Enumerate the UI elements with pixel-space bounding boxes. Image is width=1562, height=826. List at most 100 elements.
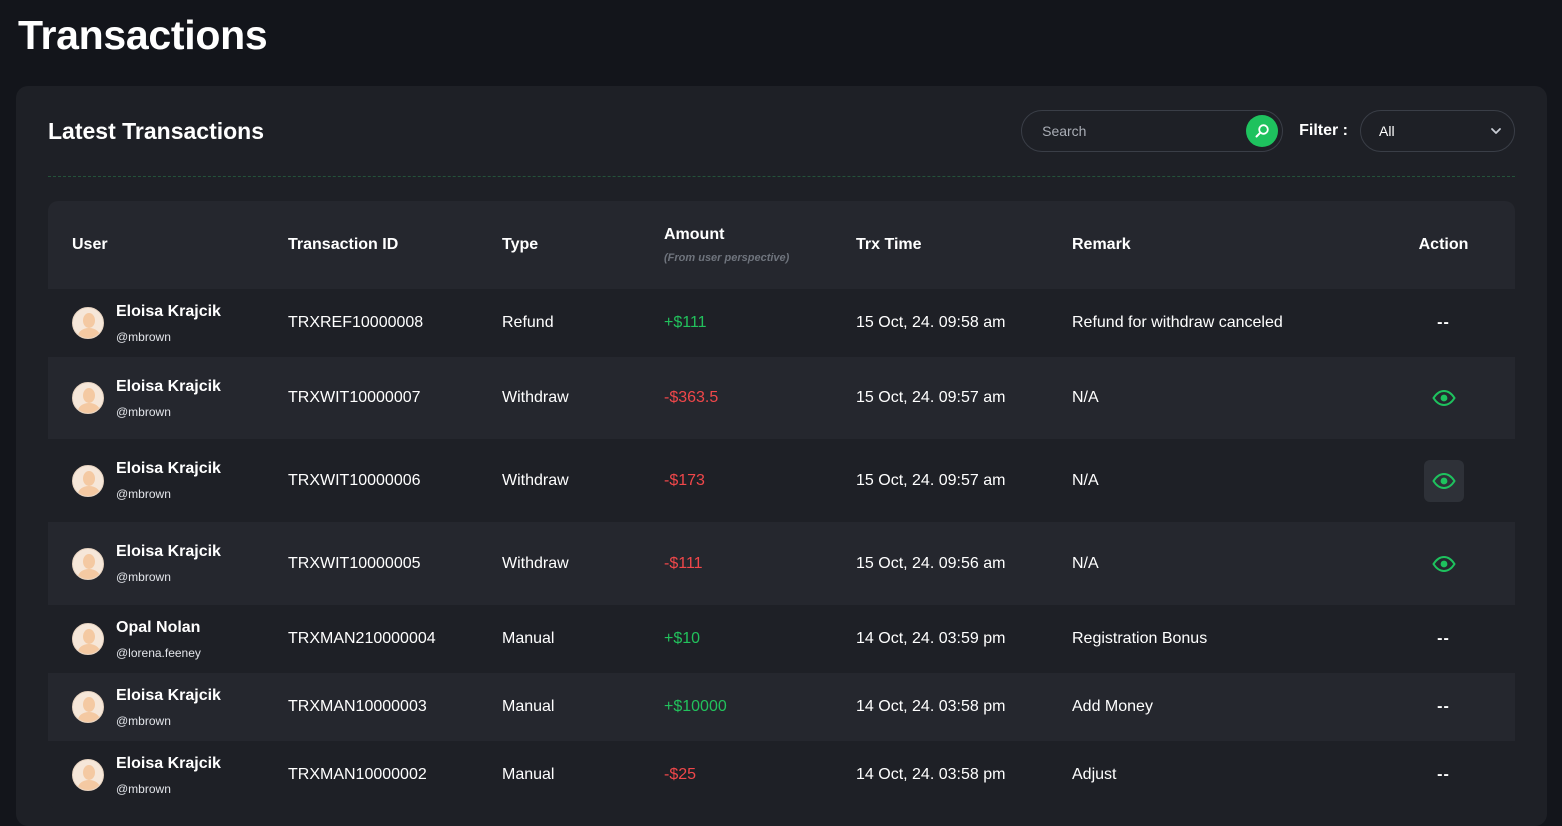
column-header-remark: Remark: [1072, 236, 1131, 253]
cell-user: Eloisa Krajcik @mbrown: [48, 741, 288, 809]
transactions-table: User Transaction ID Type Amount (From us…: [48, 201, 1515, 809]
cell-user: Eloisa Krajcik @mbrown: [48, 289, 288, 357]
cell-transaction-id: TRXWIT10000007: [288, 389, 421, 406]
table-row: Opal Nolan @lorena.feeney TRXMAN21000000…: [48, 605, 1515, 673]
view-button[interactable]: [1424, 543, 1464, 585]
cell-action: --: [1372, 741, 1515, 809]
cell-user: Eloisa Krajcik @mbrown: [48, 357, 288, 439]
avatar: [72, 691, 104, 723]
user-handle: @mbrown: [116, 570, 171, 584]
card-title: Latest Transactions: [48, 117, 265, 144]
cell-amount: -$363.5: [664, 389, 719, 406]
cell-action: --: [1372, 289, 1515, 357]
cell-trx-time: 15 Oct, 24. 09:57 am: [856, 389, 1006, 406]
cell-action: [1372, 522, 1515, 605]
cell-remark: N/A: [1072, 389, 1099, 406]
no-action-text: --: [1437, 766, 1450, 783]
eye-icon: [1431, 472, 1456, 489]
view-button[interactable]: [1424, 377, 1464, 419]
cell-transaction-id: TRXWIT10000006: [288, 471, 421, 489]
cell-trx-time: 14 Oct, 24. 03:58 pm: [856, 698, 1006, 715]
cell-remark: Add Money: [1072, 698, 1153, 715]
user-cell: Eloisa Krajcik @mbrown: [72, 378, 288, 419]
cell-type: Refund: [502, 314, 554, 331]
cell-transaction-id: TRXMAN210000004: [288, 630, 436, 647]
user-name: Eloisa Krajcik: [116, 460, 221, 477]
table-row: Eloisa Krajcik @mbrown TRXWIT10000007 Wi…: [48, 357, 1515, 439]
no-action-text: --: [1437, 630, 1450, 647]
card-header: Latest Transactions Filter : All: [48, 110, 1515, 152]
user-handle: @mbrown: [116, 329, 171, 344]
eye-icon: [1431, 390, 1456, 406]
filter-selected-value: All: [1379, 123, 1395, 139]
avatar: [72, 307, 104, 339]
column-header-action: Action: [1418, 236, 1469, 253]
column-header-amount-subtitle: (From user perspective): [664, 252, 790, 264]
cell-amount: -$173: [664, 471, 705, 489]
cell-amount: -$25: [664, 766, 697, 783]
view-button[interactable]: [1423, 459, 1464, 502]
cell-type: Withdraw: [502, 554, 569, 572]
user-cell: Opal Nolan @lorena.feeney: [72, 619, 288, 660]
column-header-user: User: [72, 236, 108, 253]
table-row: Eloisa Krajcik @mbrown TRXWIT10000006 Wi…: [48, 439, 1515, 522]
table-row: Eloisa Krajcik @mbrown TRXMAN10000002 Ma…: [48, 741, 1515, 809]
user-cell: Eloisa Krajcik @mbrown: [72, 543, 288, 584]
cell-trx-time: 14 Oct, 24. 03:58 pm: [856, 766, 1006, 783]
cell-type: Withdraw: [502, 471, 569, 489]
cell-type: Withdraw: [502, 389, 569, 406]
search-button[interactable]: [1246, 115, 1279, 147]
table-header: User Transaction ID Type Amount (From us…: [48, 201, 1515, 289]
column-header-amount-label: Amount: [664, 226, 725, 243]
column-header-trx-time: Trx Time: [856, 236, 922, 253]
cell-transaction-id: TRXREF10000008: [288, 314, 424, 331]
avatar: [72, 464, 104, 497]
user-name: Eloisa Krajcik: [116, 377, 221, 395]
search-input[interactable]: [1042, 123, 1223, 139]
cell-amount: +$10: [664, 630, 701, 647]
user-cell: Eloisa Krajcik @mbrown: [72, 460, 288, 501]
cell-remark: N/A: [1072, 471, 1099, 489]
user-handle: @mbrown: [116, 713, 171, 728]
cell-user: Eloisa Krajcik @mbrown: [48, 673, 288, 741]
search-icon: [1255, 124, 1269, 138]
table-controls: Filter : All: [1021, 110, 1515, 152]
filter-label: Filter :: [1299, 122, 1348, 139]
cell-type: Manual: [502, 766, 555, 783]
user-handle: @mbrown: [116, 487, 171, 501]
cell-amount: +$111: [664, 314, 707, 331]
cell-action: --: [1372, 673, 1515, 741]
cell-user: Opal Nolan @lorena.feeney: [48, 605, 288, 673]
avatar: [72, 382, 104, 414]
cell-action: [1372, 357, 1515, 439]
no-action-text: --: [1437, 698, 1450, 715]
eye-icon: [1431, 555, 1456, 572]
cell-amount: -$111: [664, 554, 703, 572]
table-row: Eloisa Krajcik @mbrown TRXREF10000008 Re…: [48, 289, 1515, 357]
no-action-text: --: [1437, 314, 1450, 331]
cell-remark: Registration Bonus: [1072, 630, 1208, 647]
header-divider: [48, 176, 1515, 177]
filter-select[interactable]: All: [1360, 110, 1515, 152]
cell-action: [1372, 439, 1515, 522]
user-cell: Eloisa Krajcik @mbrown: [72, 303, 288, 344]
user-cell: Eloisa Krajcik @mbrown: [72, 687, 288, 728]
user-name: Eloisa Krajcik: [116, 302, 221, 320]
avatar: [72, 759, 104, 791]
cell-type: Manual: [502, 698, 555, 715]
avatar: [72, 547, 104, 580]
search-box: [1021, 110, 1284, 152]
cell-type: Manual: [502, 630, 555, 647]
table-body: Eloisa Krajcik @mbrown TRXREF10000008 Re…: [48, 289, 1515, 809]
column-header-amount: Amount (From user perspective): [664, 201, 856, 289]
chevron-down-icon: [1491, 128, 1501, 134]
avatar: [72, 623, 104, 655]
cell-remark: N/A: [1072, 554, 1099, 572]
cell-transaction-id: TRXMAN10000003: [288, 698, 427, 715]
page-title: Transactions: [18, 12, 268, 58]
column-header-type: Type: [502, 236, 539, 253]
cell-transaction-id: TRXMAN10000002: [288, 766, 427, 783]
table-header-row: User Transaction ID Type Amount (From us…: [48, 201, 1515, 289]
cell-user: Eloisa Krajcik @mbrown: [48, 439, 288, 522]
table-row: Eloisa Krajcik @mbrown TRXWIT10000005 Wi…: [48, 522, 1515, 605]
